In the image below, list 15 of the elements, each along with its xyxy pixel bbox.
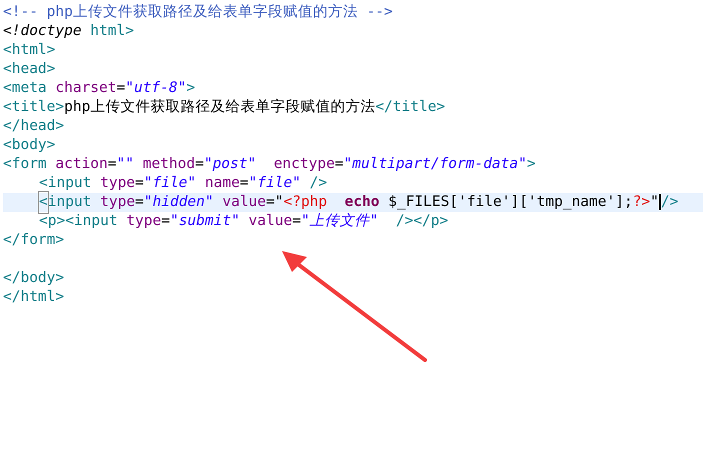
code-line: <!doctype html> <box>3 22 134 41</box>
code-line: <input type="hidden" value="<?php echo $_FILES['file']['tmp_name'];?>"/> <box>39 192 678 214</box>
code-line: <input type="file" name="file" /> <box>39 174 328 193</box>
code-line: <meta charset="utf-8"> <box>3 78 196 98</box>
code-line: </head> <box>3 116 64 136</box>
code-line: <!-- php上传文件获取路径及给表单字段赋值的方法 --> <box>3 2 393 22</box>
code-line: </form> <box>3 230 64 250</box>
code-line: <form action="" method="post" enctype="multipart/form-data"> <box>3 154 536 174</box>
code-line: <title>php上传文件获取路径及给表单字段赋值的方法</title> <box>3 98 446 117</box>
code-line: </html> <box>3 288 64 307</box>
code-line: <html> <box>3 40 56 60</box>
code-line: <p><input type="submit" value="上传文件" /></p> <box>39 212 448 231</box>
code-line: <body> <box>3 136 56 155</box>
code-line: </body> <box>3 268 64 288</box>
code-line: <head> <box>3 60 56 79</box>
